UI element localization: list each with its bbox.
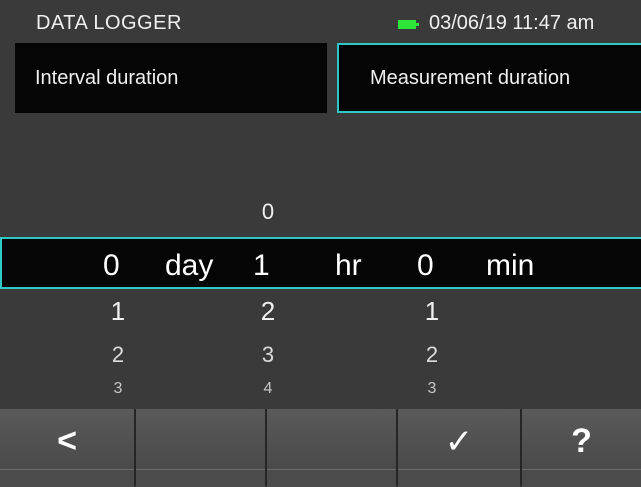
hr-wheel-next-2[interactable]: 3 [253,342,283,368]
question-mark-icon: ? [571,422,592,460]
hr-value[interactable]: 1 [253,249,270,283]
softkey-2-button[interactable] [136,409,267,487]
day-wheel-next-1[interactable]: 1 [103,296,133,327]
tab-measurement-duration[interactable]: Measurement duration [337,43,641,113]
checkmark-icon: ✓ [444,423,474,461]
battery-icon [398,20,419,29]
tab-label: Measurement duration [370,66,571,89]
chevron-left-icon: < [57,422,77,460]
min-wheel-next-2[interactable]: 2 [417,342,447,368]
tab-label: Interval duration [35,66,179,89]
tab-interval-duration[interactable]: Interval duration [15,43,327,113]
hr-unit-label: hr [335,249,362,282]
bottom-toolbar: < ✓ ? [0,409,641,487]
duration-picker-selected-row[interactable]: 0 day 1 hr 0 min [0,237,641,289]
help-button[interactable]: ? [522,409,641,487]
day-unit-label: day [165,249,214,282]
min-value[interactable]: 0 [417,249,434,283]
min-wheel-next-1[interactable]: 1 [417,296,447,327]
min-wheel-next-3[interactable]: 3 [417,380,447,398]
day-wheel-next-3[interactable]: 3 [103,380,133,398]
day-wheel-next-2[interactable]: 2 [103,342,133,368]
app-title: DATA LOGGER [36,12,182,34]
confirm-button[interactable]: ✓ [398,409,522,487]
hr-wheel-next-1[interactable]: 2 [253,296,283,327]
back-button[interactable]: < [0,409,136,487]
min-unit-label: min [486,249,535,282]
datetime: 03/06/19 11:47 am [429,12,595,34]
hr-wheel-prev[interactable]: 0 [253,199,283,225]
softkey-3-button[interactable] [267,409,398,487]
status-bar: DATA LOGGER 03/06/19 11:47 am [0,0,641,38]
hr-wheel-next-3[interactable]: 4 [253,380,283,398]
day-value[interactable]: 0 [103,249,120,283]
